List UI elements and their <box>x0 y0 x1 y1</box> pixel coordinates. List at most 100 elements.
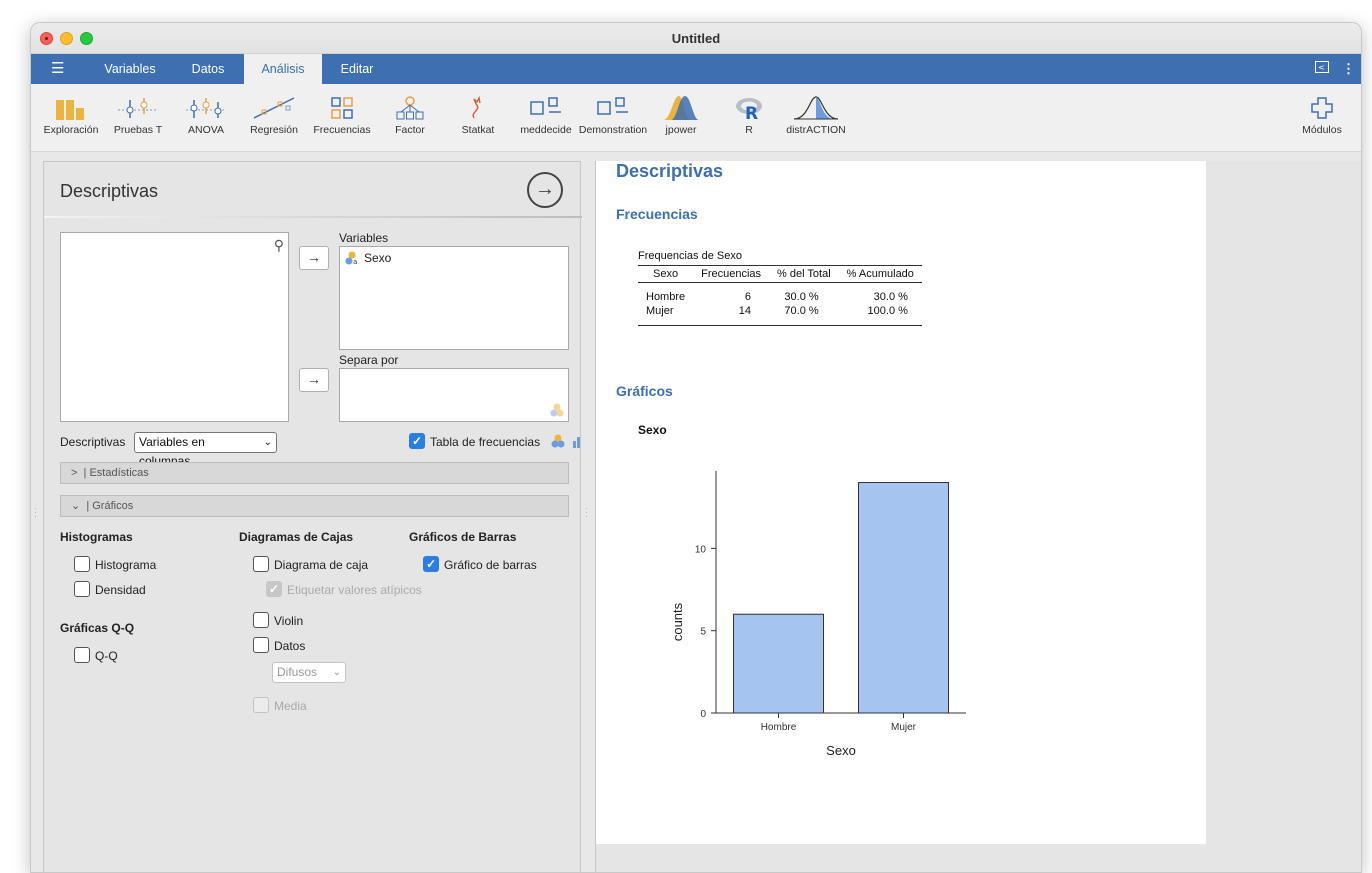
histograma-label: Histograma <box>95 558 157 572</box>
ribbon-meddecide[interactable]: meddecide <box>517 84 575 152</box>
app-window: Untitled ☰ Variables Datos Análisis Edit… <box>30 22 1362 873</box>
ribbon-exploracion[interactable]: Exploración <box>39 84 103 152</box>
ribbon-statkat[interactable]: Statkat <box>455 84 501 152</box>
plus-modules-icon <box>1311 97 1333 119</box>
anova-icon <box>186 98 226 118</box>
chevron-down-icon: ⌄ <box>71 500 81 512</box>
graficos-section-toggle[interactable]: ⌄ | Gráficos <box>60 495 569 517</box>
table-cell: 14 <box>693 304 770 326</box>
x-tick-label: Hombre <box>761 722 797 733</box>
estadisticas-section-toggle[interactable]: > | Estadísticas <box>60 462 569 484</box>
r-logo-icon: R <box>736 98 762 120</box>
menu-bar: ☰ Variables Datos Análisis Editar < ⋮ <box>31 54 1361 84</box>
search-icon[interactable]: ⚲ <box>274 237 284 254</box>
bar-chart: 0 5 10 Hombre Mujer Sexo counts <box>670 471 966 758</box>
qq-heading: Gráficas Q-Q <box>60 621 135 635</box>
media-checkbox[interactable] <box>253 697 269 713</box>
qq-checkbox[interactable] <box>74 647 90 663</box>
options-panel-title: Descriptivas <box>60 181 159 201</box>
y-tick-label: 10 <box>695 544 707 555</box>
results-panel: Descriptivas Frecuencias Frequencias de … <box>595 161 1361 872</box>
left-splitter-handle[interactable]: · · · <box>34 505 37 521</box>
etiquetar-atipicos-label: Etiquetar valores atípicos <box>287 583 422 597</box>
close-window-button[interactable] <box>40 32 53 45</box>
results-title: Descriptivas <box>616 161 724 181</box>
t-test-icon <box>118 98 158 118</box>
descriptivas-layout-select[interactable]: Variables en columnas ⌄ <box>134 432 277 468</box>
grafico-barras-checkbox[interactable]: ✓ <box>423 556 439 572</box>
y-axis-label: counts <box>670 602 685 641</box>
source-variables-list[interactable]: ⚲ <box>60 232 289 422</box>
svg-text:a: a <box>353 258 357 265</box>
etiquetar-atipicos-checkbox[interactable]: ✓ <box>266 581 282 597</box>
middle-splitter-handle[interactable]: · · · <box>585 505 588 521</box>
minimize-window-button[interactable] <box>60 32 73 45</box>
frequency-table: Sexo Frecuencias % del Total % Acumulado… <box>638 265 922 326</box>
grafico-barras-label: Gráfico de barras <box>444 558 537 572</box>
table-cell: 30.0 % <box>873 291 908 303</box>
tab-datos[interactable]: Datos <box>177 54 239 84</box>
densidad-label: Densidad <box>95 583 146 597</box>
run-arrow-button[interactable]: → <box>527 172 563 208</box>
ribbon-r[interactable]: R R <box>725 84 773 152</box>
media-label: Media <box>274 699 307 713</box>
variables-list[interactable]: a Sexo <box>339 246 569 350</box>
ribbon-demonstration[interactable]: Demonstration <box>575 84 651 152</box>
histograma-checkbox[interactable] <box>74 556 90 572</box>
column-header: Sexo <box>638 265 694 283</box>
table-cell: 6 <box>744 291 752 303</box>
ribbon-anova[interactable]: ANOVA <box>177 84 235 152</box>
frequencies-icon <box>331 97 353 119</box>
ribbon-distraction[interactable]: distrACTION <box>783 84 849 152</box>
ribbon-factor[interactable]: Factor <box>387 84 433 152</box>
svg-text:R: R <box>745 104 758 120</box>
factor-icon <box>396 96 424 120</box>
window-title: Untitled <box>671 31 721 46</box>
variables-label: Variables <box>339 231 389 245</box>
freq-table-label: Tabla de frecuencias <box>430 435 541 449</box>
barras-heading: Gráficos de Barras <box>409 530 517 544</box>
table-caption: Frequencias de Sexo <box>638 250 742 262</box>
results-mode-icon[interactable]: < <box>1315 61 1329 76</box>
options-panel: Descriptivas → ⚲ → Variables a Sexo → Se… <box>43 161 582 872</box>
tab-editar[interactable]: Editar <box>327 54 387 84</box>
tab-variables[interactable]: Variables <box>91 54 169 84</box>
bar <box>858 482 949 714</box>
move-to-variables-button[interactable]: → <box>299 246 329 270</box>
ribbon-frecuencias[interactable]: Frecuencias <box>309 84 375 152</box>
ribbon-regresion[interactable]: Regresión <box>243 84 305 152</box>
table-cell: Mujer <box>638 304 694 326</box>
chevron-down-icon: ⌄ <box>332 667 341 678</box>
title-bar: Untitled <box>31 23 1361 54</box>
table-cell: 70.0 % <box>769 304 839 326</box>
split-by-list[interactable] <box>339 368 569 422</box>
violin-checkbox[interactable] <box>253 612 269 628</box>
densidad-checkbox[interactable] <box>74 581 90 597</box>
variable-name: Sexo <box>364 251 392 265</box>
ribbon-pruebas-t[interactable]: Pruebas T <box>109 84 167 152</box>
nominal-ordinal-icon <box>551 434 580 448</box>
list-item[interactable]: a Sexo <box>345 251 391 265</box>
table-cell: Hombre <box>646 291 686 303</box>
freq-table-checkbox[interactable]: ✓ <box>409 433 425 449</box>
datos-type-select[interactable]: Difusos ⌄ <box>272 662 346 683</box>
diagrama-caja-checkbox[interactable] <box>253 556 269 572</box>
histogramas-heading: Histogramas <box>60 530 133 544</box>
hamburger-menu-icon[interactable]: ☰ <box>51 61 67 76</box>
datos-checkbox[interactable] <box>253 637 269 653</box>
descriptivas-layout-label: Descriptivas <box>60 435 126 449</box>
results-document: Descriptivas Frecuencias Frequencias de … <box>596 161 1206 844</box>
tab-analisis[interactable]: Análisis <box>244 54 322 84</box>
column-header: % del Total <box>769 265 839 283</box>
move-to-split-button[interactable]: → <box>299 368 329 392</box>
chevron-right-icon: > <box>71 467 78 479</box>
zoom-window-button[interactable] <box>80 32 93 45</box>
analysis-ribbon: Exploración Pruebas T ANOVA Regresión Fr… <box>31 84 1361 152</box>
split-by-label: Separa por <box>339 353 399 367</box>
more-options-icon[interactable]: ⋮ <box>1342 61 1355 77</box>
plot-title: Sexo <box>638 423 667 437</box>
ribbon-jpower[interactable]: jpower <box>657 84 705 152</box>
diagrama-caja-label: Diagrama de caja <box>274 558 369 572</box>
ribbon-modulos[interactable]: Módulos <box>1295 84 1349 152</box>
bar <box>733 613 824 714</box>
